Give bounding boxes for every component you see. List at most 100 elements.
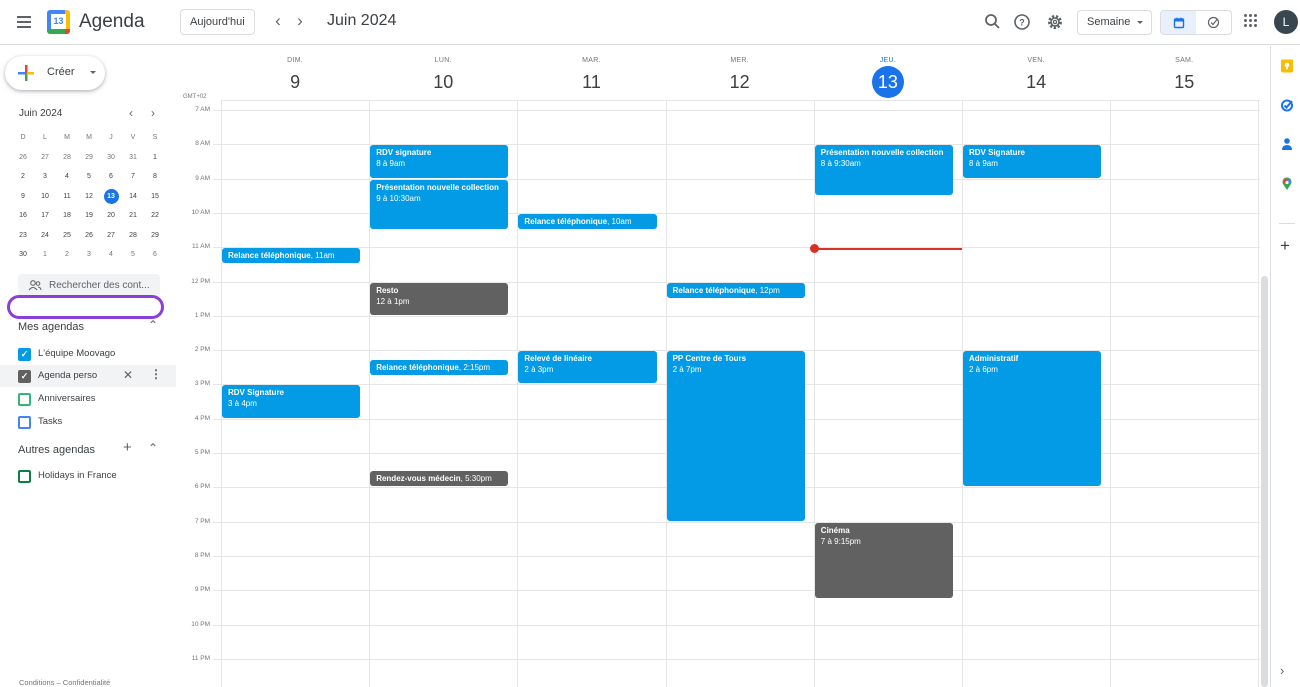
- checkbox-checked[interactable]: ✓: [18, 370, 31, 383]
- day-header[interactable]: MER. 12: [666, 46, 814, 100]
- calendar-event[interactable]: Relance téléphonique, 12pm: [666, 282, 805, 298]
- my-calendars-title[interactable]: Mes agendas: [18, 321, 84, 333]
- mini-calendar-day[interactable]: 26: [78, 226, 100, 246]
- add-addon-icon[interactable]: +: [1280, 237, 1294, 254]
- mini-calendar-day[interactable]: 4: [56, 167, 78, 187]
- checkbox-checked[interactable]: ✓: [18, 348, 31, 361]
- calendar-event[interactable]: Relance téléphonique, 10am: [518, 213, 657, 230]
- scrollbar[interactable]: [1261, 276, 1268, 687]
- mini-calendar-day[interactable]: 23: [12, 226, 34, 246]
- calendar-event[interactable]: Resto 12 à 1pm: [370, 282, 509, 315]
- view-select[interactable]: Semaine: [1077, 10, 1152, 35]
- day-number[interactable]: 14: [1020, 66, 1052, 98]
- expand-panel-icon[interactable]: ›: [1280, 663, 1294, 678]
- keep-icon[interactable]: [1280, 59, 1294, 73]
- day-header[interactable]: DIM. 9: [221, 46, 369, 100]
- checkbox-unchecked[interactable]: [18, 416, 31, 429]
- menu-icon[interactable]: [12, 10, 36, 34]
- calendar-event[interactable]: Présentation nouvelle collection 9 à 10:3…: [370, 179, 509, 230]
- mini-calendar-day[interactable]: 21: [122, 206, 144, 226]
- week-grid[interactable]: 7 AM 8 AM 9 AM 10 AM 11 AM 12 PM 1 PM 2 PM 3 PM 4…: [180, 100, 1260, 687]
- calendar-event[interactable]: Relance téléphonique, 11am: [222, 248, 361, 264]
- mini-calendar-next[interactable]: ›: [151, 106, 155, 120]
- mini-calendar-day[interactable]: 6: [100, 167, 122, 187]
- day-number[interactable]: 10: [427, 66, 459, 98]
- chevron-up-icon[interactable]: ⌃: [148, 441, 158, 455]
- mini-calendar-day[interactable]: 1: [144, 148, 166, 168]
- calendar-event[interactable]: RDV signature 8 à 9am: [370, 145, 509, 178]
- mini-calendar-day[interactable]: 3: [78, 245, 100, 265]
- mini-calendar-day[interactable]: 27: [34, 148, 56, 168]
- mini-calendar-day[interactable]: 6: [144, 245, 166, 265]
- calendar-view-icon[interactable]: [1161, 11, 1196, 34]
- calendar-event[interactable]: Rendez-vous médecin, 5:30pm: [370, 471, 509, 487]
- mini-calendar-day[interactable]: 8: [144, 167, 166, 187]
- avatar[interactable]: L: [1274, 10, 1298, 34]
- calendar-item-agenda-perso[interactable]: ✓ Agenda perso ✕ ⋮: [0, 365, 176, 387]
- mini-calendar-day[interactable]: 9: [12, 187, 34, 207]
- tasks-icon[interactable]: [1280, 98, 1294, 112]
- mini-calendar-day[interactable]: 1: [34, 245, 56, 265]
- mini-calendar-day[interactable]: 16: [12, 206, 34, 226]
- help-icon[interactable]: ?: [1011, 11, 1033, 33]
- chevron-up-icon[interactable]: ⌃: [148, 318, 158, 332]
- contacts-icon[interactable]: [1280, 137, 1294, 151]
- calendar-event[interactable]: Relevé de linéaire 2 à 3pm: [518, 351, 657, 384]
- day-header[interactable]: MAR. 11: [517, 46, 665, 100]
- mini-calendar-day[interactable]: 14: [122, 187, 144, 207]
- day-number[interactable]: 9: [279, 66, 311, 98]
- day-header[interactable]: LUN. 10: [369, 46, 517, 100]
- mini-calendar-day[interactable]: 31: [122, 148, 144, 168]
- day-number[interactable]: 11: [575, 66, 607, 98]
- today-button[interactable]: Aujourd'hui: [180, 9, 255, 35]
- day-number[interactable]: 13: [871, 66, 904, 98]
- calendar-event[interactable]: Cinéma 7 à 9:15pm: [814, 522, 953, 598]
- mini-calendar-previous[interactable]: ‹: [129, 106, 133, 120]
- mini-calendar-day[interactable]: 26: [12, 148, 34, 168]
- calendar-event[interactable]: Administratif 2 à 6pm: [963, 351, 1102, 487]
- mini-calendar-day[interactable]: 27: [100, 226, 122, 246]
- calendar-event[interactable]: RDV Signature 8 à 9am: [963, 145, 1102, 178]
- other-calendars-title[interactable]: Autres agendas: [18, 444, 95, 456]
- people-search-input[interactable]: Rechercher des cont...: [18, 274, 160, 298]
- tasks-view-icon[interactable]: [1196, 11, 1231, 34]
- apps-icon[interactable]: [1244, 14, 1258, 28]
- mini-calendar-day[interactable]: 2: [12, 167, 34, 187]
- maps-icon[interactable]: [1280, 177, 1294, 191]
- add-calendar-icon[interactable]: +: [123, 439, 132, 456]
- calendar-event[interactable]: RDV Signature 3 à 4pm: [222, 385, 361, 418]
- calendar-item-tasks[interactable]: Tasks: [0, 411, 176, 433]
- close-icon[interactable]: ✕: [123, 368, 133, 382]
- calendar-item-anniversaires[interactable]: Anniversaires: [0, 388, 176, 410]
- mini-calendar-day[interactable]: 4: [100, 245, 122, 265]
- day-header[interactable]: JEU. 13: [814, 46, 962, 100]
- checkbox-unchecked[interactable]: [18, 393, 31, 406]
- mini-calendar-day[interactable]: 12: [78, 187, 100, 207]
- day-number[interactable]: 12: [724, 66, 756, 98]
- search-icon[interactable]: [982, 11, 1004, 33]
- calendar-logo-icon[interactable]: 13: [47, 10, 70, 34]
- mini-calendar-day[interactable]: 28: [122, 226, 144, 246]
- mini-calendar-day[interactable]: 20: [100, 206, 122, 226]
- calendar-event[interactable]: PP Centre de Tours 2 à 7pm: [666, 351, 805, 521]
- mini-calendar-day[interactable]: 19: [78, 206, 100, 226]
- gear-icon[interactable]: [1044, 11, 1066, 33]
- calendar-item-holidays[interactable]: Holidays in France: [0, 465, 176, 487]
- more-options-icon[interactable]: ⋮: [150, 367, 162, 381]
- calendar-item-equipe-moovago[interactable]: ✓ L'équipe Moovago: [0, 343, 176, 365]
- mini-calendar-day[interactable]: 29: [78, 148, 100, 168]
- calendar-event[interactable]: Relance téléphonique, 2:15pm: [370, 359, 509, 375]
- mini-calendar-day[interactable]: 29: [144, 226, 166, 246]
- mini-calendar-day[interactable]: 28: [56, 148, 78, 168]
- mini-calendar-day[interactable]: 7: [122, 167, 144, 187]
- mini-calendar-day[interactable]: 13: [100, 187, 122, 207]
- mini-calendar-day[interactable]: 18: [56, 206, 78, 226]
- mini-calendar-day[interactable]: 30: [100, 148, 122, 168]
- mini-calendar-day[interactable]: 5: [78, 167, 100, 187]
- next-week-button[interactable]: ›: [290, 11, 310, 31]
- previous-week-button[interactable]: ‹: [268, 11, 288, 31]
- mini-calendar-day[interactable]: 15: [144, 187, 166, 207]
- mini-calendar-day[interactable]: 30: [12, 245, 34, 265]
- mini-calendar-day[interactable]: 3: [34, 167, 56, 187]
- mini-calendar-day[interactable]: 5: [122, 245, 144, 265]
